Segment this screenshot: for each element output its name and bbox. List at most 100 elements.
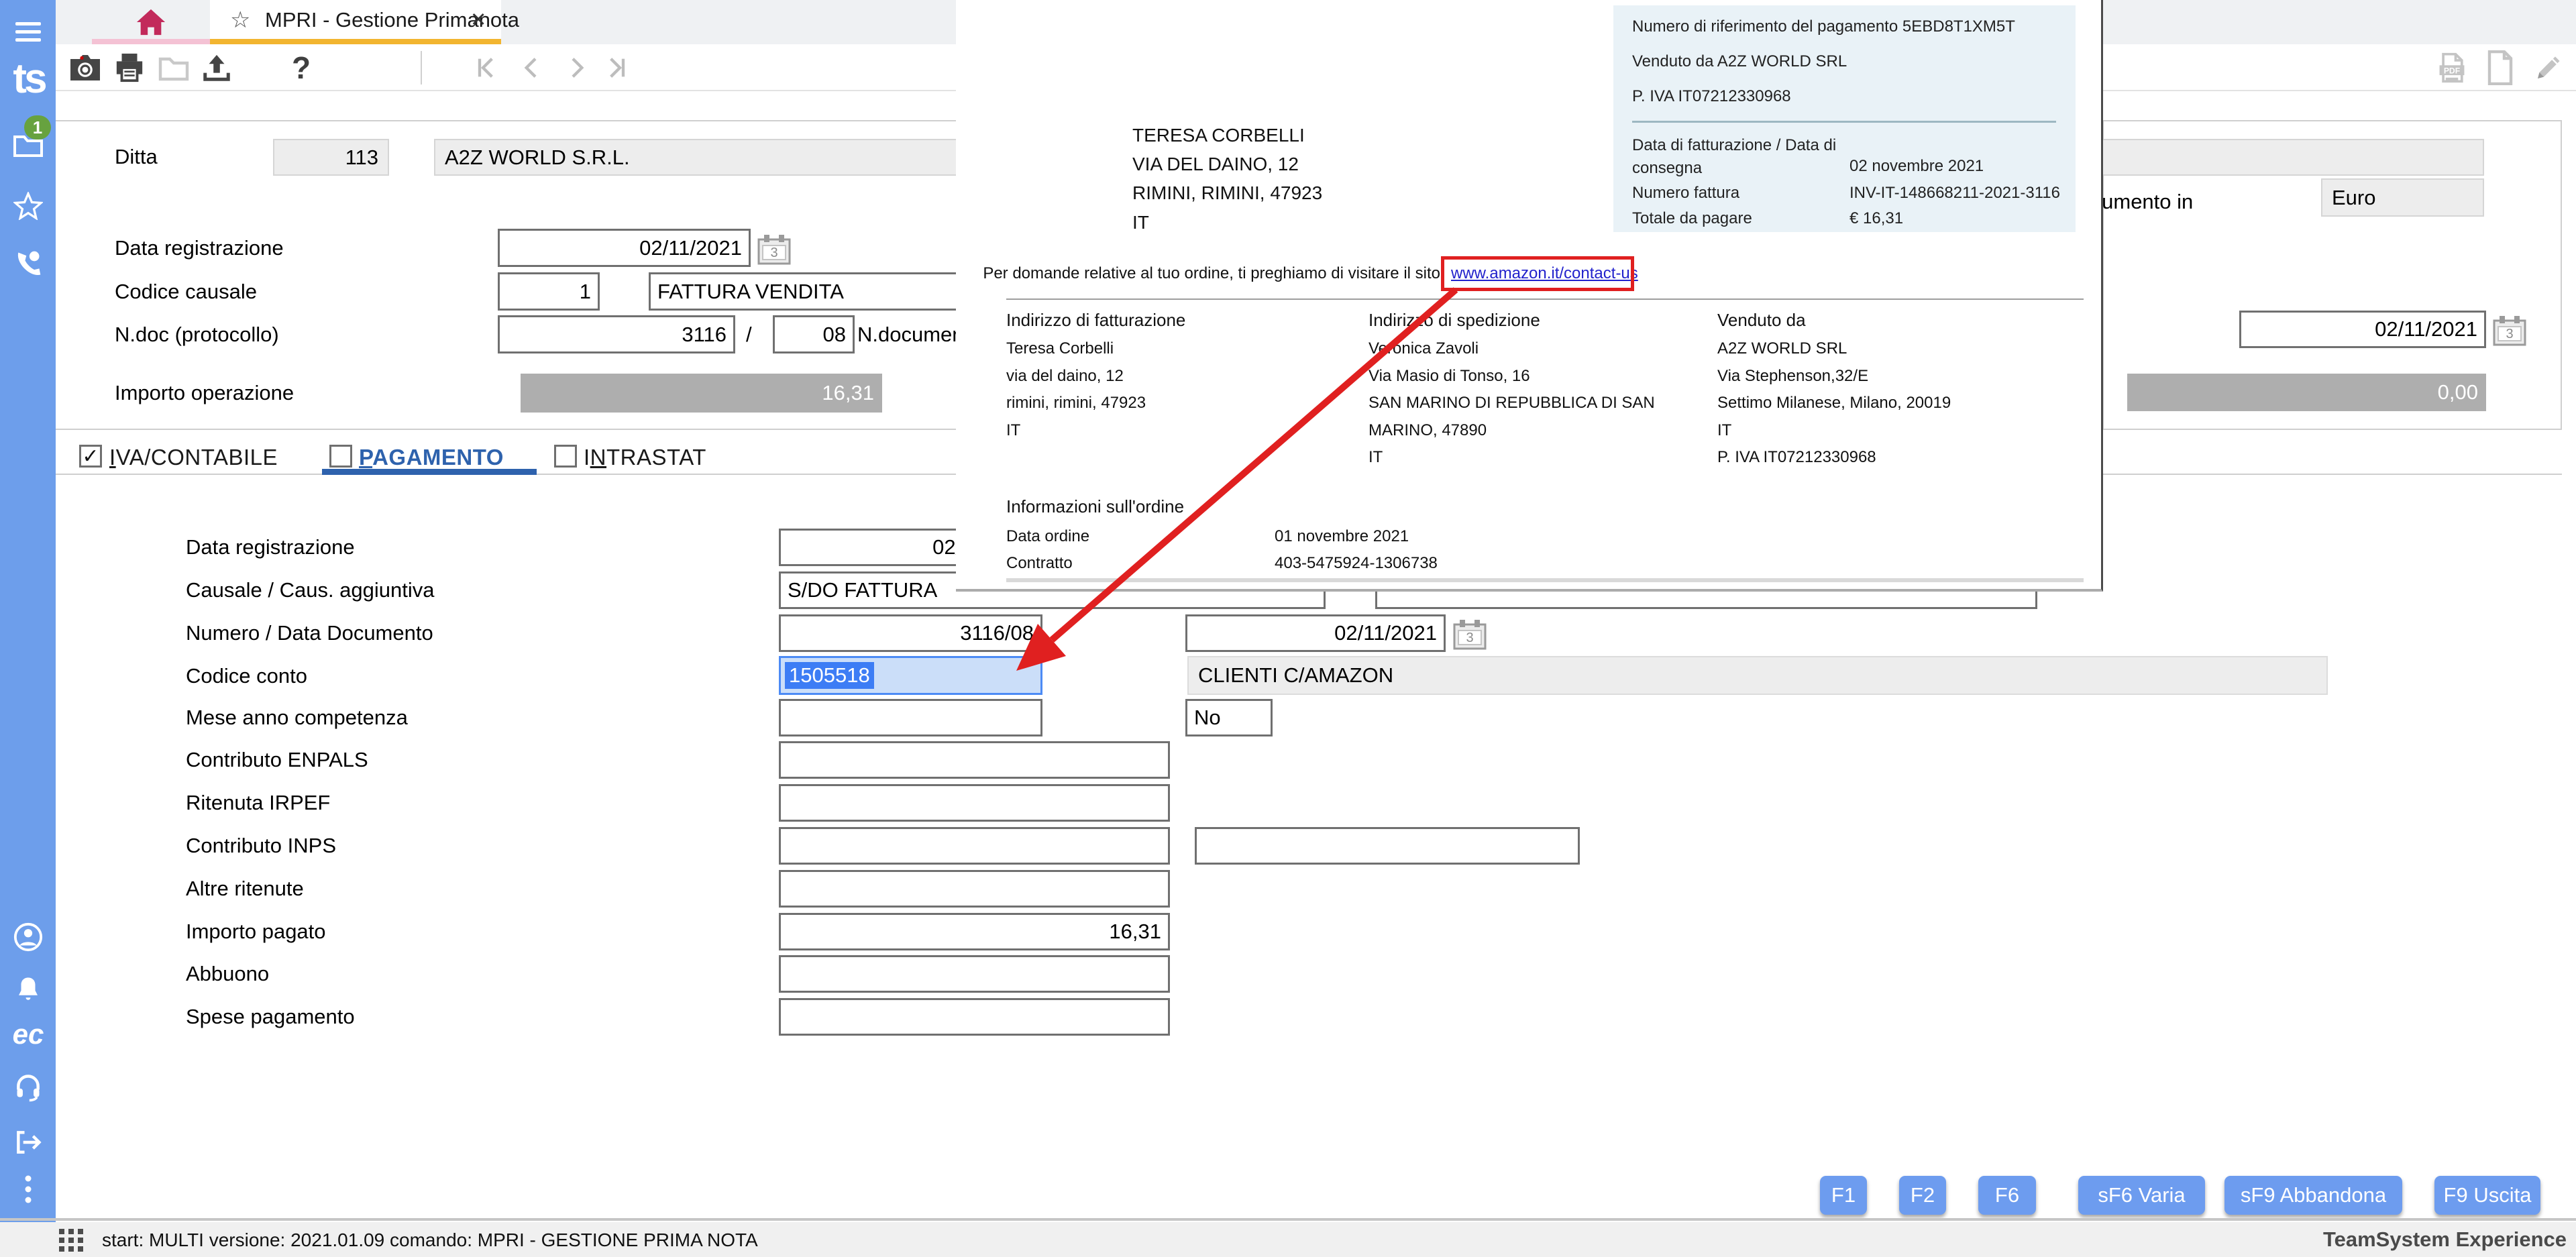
invoice-recipient-line: IT: [1132, 212, 1149, 233]
iva-contabile-checkbox[interactable]: ✓: [79, 445, 102, 468]
check-mark: ✓: [82, 445, 99, 468]
shipping-address-title: Indirizzo di spedizione: [1368, 310, 1540, 331]
active-tab[interactable]: ☆ MPRI - Gestione Primanota ✕: [210, 0, 501, 39]
nav-first-icon[interactable]: [470, 52, 502, 84]
calendar-icon[interactable]: 3: [757, 233, 792, 266]
home-icon: [136, 7, 166, 37]
nav-prev-icon[interactable]: [516, 52, 548, 84]
notifications-bell-icon[interactable]: [11, 973, 45, 1006]
order-date-label: Data ordine: [1006, 527, 1089, 546]
importo-operazione-label: Importo operazione: [115, 381, 294, 405]
favorites-star-icon[interactable]: [11, 189, 45, 223]
toolbar-divider: [421, 51, 422, 85]
open-folder-icon[interactable]: [158, 52, 190, 84]
ndoc-slash: /: [746, 323, 752, 347]
pg-altre-field[interactable]: [779, 870, 1170, 908]
payment-reference: Numero di riferimento del pagamento 5EBD…: [1632, 17, 2015, 36]
f1-button[interactable]: F1: [1820, 1176, 1867, 1215]
intrastat-checkbox[interactable]: [554, 445, 577, 468]
user-profile-icon[interactable]: [11, 920, 45, 954]
selected-text: 1505518: [785, 662, 874, 689]
invoice-date-value: 02 novembre 2021: [1849, 157, 1984, 176]
invoice-date-label: Data di fatturazione / Data di consegna: [1632, 134, 1854, 180]
sf9-abbandona-button[interactable]: sF9 Abbandona: [2224, 1176, 2402, 1215]
billing-address-line: via del daino, 12: [1006, 367, 1124, 386]
pg-conto-desc-field: CLIENTI C/AMAZON: [1187, 656, 2328, 695]
tab-intrastat[interactable]: INTRASTAT: [584, 445, 706, 470]
tab-close-icon[interactable]: ✕: [470, 8, 486, 32]
calendar-icon[interactable]: 3: [2492, 315, 2527, 347]
pg-enpals-field[interactable]: [779, 741, 1170, 779]
data-documento-field[interactable]: 02/11/2021: [2239, 311, 2486, 348]
home-tab-underline: [92, 39, 210, 44]
grid-menu-icon[interactable]: [59, 1229, 83, 1252]
ndoc-suffix-field[interactable]: 08: [773, 315, 855, 353]
pg-inps-extra-field[interactable]: [1195, 827, 1580, 865]
pg-inps-label: Contributo INPS: [186, 834, 336, 858]
edit-pencil-icon[interactable]: [2532, 52, 2565, 84]
f9-uscita-button[interactable]: F9 Uscita: [2434, 1176, 2540, 1215]
camera-capture-icon[interactable]: [69, 52, 101, 84]
pg-inps-field[interactable]: [779, 827, 1170, 865]
pdf-label: PDF: [2444, 66, 2460, 75]
seller-line: Settimo Milanese, Milano, 20019: [1717, 394, 1951, 413]
ec-app-icon[interactable]: ec: [7, 1018, 50, 1050]
pg-irpef-field[interactable]: [779, 784, 1170, 822]
importo-secondario-field: 0,00: [2127, 374, 2486, 411]
svg-text:3: 3: [2506, 327, 2513, 341]
pg-data-documento-field[interactable]: 02/11/2021: [1185, 614, 1446, 652]
pg-importo-pagato-field[interactable]: 16,31: [779, 913, 1170, 950]
pg-numero-field[interactable]: 3116/08: [779, 614, 1042, 652]
pagamento-checkbox[interactable]: [329, 445, 352, 468]
tab-iva-contabile[interactable]: IVA/CONTABILE: [109, 445, 278, 470]
billing-address-title: Indirizzo di fatturazione: [1006, 310, 1185, 331]
f2-button[interactable]: F2: [1899, 1176, 1946, 1215]
seller-line: IT: [1717, 421, 1731, 440]
help-icon[interactable]: ?: [292, 50, 311, 86]
codice-causale-field[interactable]: 1: [498, 272, 600, 311]
payment-summary-box: Numero di riferimento del pagamento 5EBD…: [1613, 5, 2076, 232]
data-registrazione-field[interactable]: 02/11/2021: [498, 229, 751, 267]
hamburger-menu-icon[interactable]: [11, 15, 45, 48]
paybox-divider: [1632, 121, 2056, 123]
pg-abbuono-label: Abbuono: [186, 962, 269, 986]
pg-spese-label: Spese pagamento: [186, 1005, 355, 1029]
more-options-icon[interactable]: [11, 1172, 45, 1206]
ditta-code-field[interactable]: 113: [273, 139, 389, 176]
logout-exit-icon[interactable]: [11, 1126, 45, 1159]
tab-favorite-star-icon[interactable]: ☆: [230, 7, 250, 34]
brand-text: TeamSystem Experience: [2323, 1227, 2567, 1252]
print-icon[interactable]: [113, 52, 146, 84]
home-tab[interactable]: [92, 0, 210, 44]
notification-badge: 1: [24, 115, 51, 140]
valuta-field[interactable]: Euro: [2321, 178, 2484, 217]
pg-mese-anno-field[interactable]: [779, 699, 1042, 736]
f6-button[interactable]: F6: [1978, 1176, 2036, 1215]
invoice-overlay: TERESA CORBELLI VIA DEL DAINO, 12 RIMINI…: [956, 0, 2103, 592]
shipping-address-line: MARINO, 47890: [1368, 421, 1487, 440]
phone-contacts-icon[interactable]: [11, 247, 45, 280]
upload-export-icon[interactable]: [201, 52, 233, 84]
nav-next-icon[interactable]: [560, 52, 592, 84]
codice-causale-desc-field[interactable]: FATTURA VENDITA: [649, 272, 1000, 311]
teamsystem-logo[interactable]: ts: [5, 55, 52, 102]
support-headset-icon[interactable]: [11, 1071, 45, 1104]
pg-codice-conto-field[interactable]: 1505518: [779, 656, 1042, 695]
invoice-number-value: INV-IT-148668211-2021-3116: [1849, 184, 2060, 203]
tab-pagamento[interactable]: PAGAMENTO: [359, 445, 504, 470]
new-document-icon[interactable]: [2484, 52, 2516, 84]
invoice-recipient-line: VIA DEL DAINO, 12: [1132, 154, 1299, 175]
importo-operazione-field: 16,31: [521, 374, 882, 413]
pg-spese-field[interactable]: [779, 998, 1170, 1036]
sf6-varia-button[interactable]: sF6 Varia: [2078, 1176, 2205, 1215]
calendar-icon[interactable]: 3: [1452, 618, 1487, 651]
active-tab-underline: [210, 39, 501, 44]
export-pdf-icon[interactable]: PDF: [2436, 52, 2468, 84]
invoice-bottom-rule: [1006, 578, 2084, 582]
pg-flag-field[interactable]: No: [1185, 699, 1273, 736]
left-sidebar: ts 1 ec: [0, 0, 56, 1222]
ndoc-field[interactable]: 3116: [498, 315, 735, 353]
nav-last-icon[interactable]: [600, 52, 633, 84]
total-due-value: € 16,31: [1849, 209, 1903, 228]
pg-abbuono-field[interactable]: [779, 955, 1170, 993]
